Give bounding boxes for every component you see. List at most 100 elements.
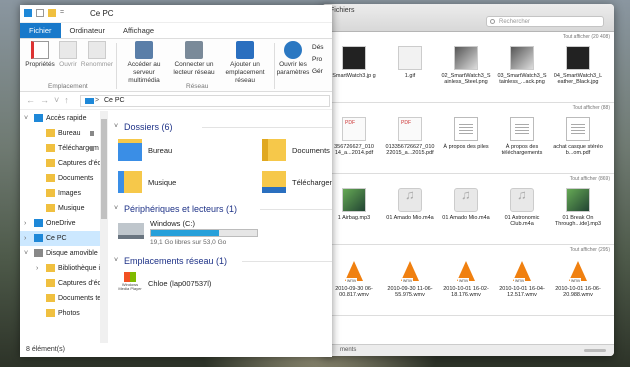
nav-item[interactable]: Documents bbox=[20, 171, 108, 186]
open-settings-label: Ouvrir les paramètres bbox=[276, 61, 310, 76]
pin-icon[interactable] bbox=[90, 131, 94, 136]
window-title: Ce PC bbox=[90, 9, 114, 18]
open-settings-button[interactable]: Ouvrir les paramètres bbox=[276, 41, 310, 77]
nav-scrollbar[interactable] bbox=[100, 111, 108, 343]
nav-item-label: Documents te bbox=[58, 295, 102, 302]
nav-item[interactable]: Captures d'éc bbox=[20, 156, 108, 171]
gear-icon bbox=[284, 41, 302, 59]
documents-folder-icon bbox=[262, 139, 286, 161]
show-all-link[interactable]: Tout afficher (869) bbox=[326, 174, 610, 184]
rename-button[interactable]: Renommer bbox=[80, 41, 114, 69]
file-item[interactable]: 2010-09-30 06-00.817.wmv bbox=[326, 255, 382, 315]
properties-button[interactable]: Propriétés bbox=[24, 41, 56, 69]
file-thumbnail bbox=[398, 259, 422, 284]
file-item[interactable]: 03_SmartWatch3_S tainless_...ack.png bbox=[494, 42, 550, 102]
drive-c[interactable]: Windows (C:) 19,1 Go libres sur 53,0 Go bbox=[118, 219, 328, 249]
chevron-right-icon[interactable]: › bbox=[36, 261, 38, 276]
folder-label: Bureau bbox=[148, 146, 173, 155]
file-item[interactable]: 1.gif bbox=[382, 42, 438, 102]
group-title: Périphériques et lecteurs (1) bbox=[124, 204, 238, 214]
chevron-right-icon[interactable]: › bbox=[24, 231, 26, 246]
nav-item[interactable]: ˅ Disque amovible bbox=[20, 246, 108, 261]
group-title: Emplacements réseau (1) bbox=[124, 256, 228, 266]
file-thumbnail bbox=[454, 259, 478, 284]
nav-item[interactable]: Documents te bbox=[20, 291, 108, 306]
file-item[interactable]: 013356726627_010 22015_a...2015.pdf bbox=[382, 113, 438, 173]
nav-item[interactable]: Images bbox=[20, 186, 108, 201]
file-item[interactable]: 01 Amado Mio.m4a bbox=[382, 184, 438, 244]
customize-toolbar-icon[interactable]: = bbox=[60, 9, 68, 17]
network-item-chloe[interactable]: Windows Media Player Chloe (lap007537l) bbox=[118, 271, 298, 297]
network-location-icon bbox=[236, 41, 254, 59]
file-name: 013356726627_010 22015_a...2015.pdf bbox=[385, 144, 435, 156]
file-item[interactable]: 01 Amado Mio.m4a bbox=[438, 184, 494, 244]
file-item[interactable]: À propos des téléchargements bbox=[494, 113, 550, 173]
file-name: 01 Astronomic Club.m4a bbox=[504, 215, 540, 227]
file-item[interactable]: 356726627_010 14_a...2014.pdf bbox=[326, 113, 382, 173]
nav-item[interactable]: › Bibliothèque i bbox=[20, 261, 108, 276]
folder-icon bbox=[34, 219, 43, 227]
chevron-down-icon[interactable]: ˅ bbox=[24, 246, 28, 261]
add-location-label: Ajouter un emplacement réseau bbox=[225, 61, 265, 84]
mac-search-placeholder: Rechercher bbox=[499, 19, 531, 25]
file-item[interactable]: 2010-09-30 11-06-55.975.wmv bbox=[382, 255, 438, 315]
show-all-link[interactable]: Tout afficher (295) bbox=[326, 245, 610, 255]
folder-icon bbox=[46, 204, 55, 212]
nav-item[interactable]: › Ce PC bbox=[20, 231, 108, 246]
group-header-folders[interactable]: ˅ Dossiers (6) bbox=[112, 119, 332, 135]
chevron-right-icon[interactable]: › bbox=[24, 216, 26, 231]
chevron-down-icon[interactable]: ˅ bbox=[24, 111, 28, 126]
properties-icon[interactable] bbox=[36, 9, 44, 17]
scrollbar-thumb[interactable] bbox=[101, 119, 107, 219]
tab-ordinateur[interactable]: Ordinateur bbox=[61, 23, 114, 38]
file-thumbnail bbox=[510, 117, 534, 141]
system-properties-button[interactable]: Pro bbox=[312, 54, 324, 66]
file-item[interactable]: 1 Airbag.mp3 bbox=[326, 184, 382, 244]
map-drive-button[interactable]: Connecter un lecteur réseau bbox=[170, 41, 218, 77]
nav-item[interactable]: Musique bbox=[20, 201, 108, 216]
mac-search-input[interactable]: Rechercher bbox=[486, 16, 604, 27]
tab-fichier[interactable]: Fichier bbox=[20, 23, 61, 38]
file-item[interactable]: SmartWatch3.jp g bbox=[326, 42, 382, 102]
mac-files-window: Fichiers Rechercher Tout afficher (20 40… bbox=[322, 4, 614, 356]
nav-item[interactable]: ˅ Accès rapide bbox=[20, 111, 108, 126]
nav-item[interactable]: Bureau bbox=[20, 126, 108, 141]
pin-icon[interactable] bbox=[90, 146, 94, 151]
new-folder-icon[interactable] bbox=[48, 9, 56, 17]
pc-icon bbox=[85, 98, 94, 104]
show-all-link[interactable]: Tout afficher (88) bbox=[326, 103, 610, 113]
address-bar[interactable]: > Ce PC bbox=[80, 95, 330, 107]
downloads-folder-icon bbox=[262, 171, 286, 193]
group-header-network[interactable]: ˅ Emplacements réseau (1) bbox=[112, 253, 332, 269]
zoom-slider[interactable] bbox=[584, 349, 606, 352]
nav-item[interactable]: Photos bbox=[20, 306, 108, 321]
nav-item[interactable]: Téléchargem bbox=[20, 141, 108, 156]
navigation-arrows[interactable]: ←→˅↑ bbox=[26, 95, 74, 105]
file-item[interactable]: 01 Break On Through...ide].mp3 bbox=[550, 184, 606, 244]
file-name: 2010-09-30 06-00.817.wmv bbox=[335, 286, 373, 298]
file-item[interactable]: 2010-10-01 16-06-20.988.wmv bbox=[550, 255, 606, 315]
show-all-link[interactable]: Tout afficher (20 408) bbox=[326, 32, 610, 42]
group-header-devices[interactable]: ˅ Périphériques et lecteurs (1) bbox=[112, 201, 332, 217]
file-item[interactable]: achat casque stéréo b...om.pdf bbox=[550, 113, 606, 173]
media-server-button[interactable]: Accéder au serveur multimédia bbox=[118, 41, 170, 85]
file-item[interactable]: 04_SmartWatch3_L eather_Black.jpg bbox=[550, 42, 606, 102]
file-row: 2010-09-30 06-00.817.wmv 2010-09-30 11-06… bbox=[326, 255, 610, 315]
nav-item[interactable]: › OneDrive bbox=[20, 216, 108, 231]
file-item[interactable]: 01 Astronomic Club.m4a bbox=[494, 184, 550, 244]
nav-item[interactable]: Captures d'éc bbox=[20, 276, 108, 291]
tab-affichage[interactable]: Affichage bbox=[114, 23, 163, 38]
folder-label: Documents bbox=[292, 146, 330, 155]
folder-icon bbox=[46, 189, 55, 197]
file-item[interactable]: 2010-10-01 16-02-18.176.wmv bbox=[438, 255, 494, 315]
file-thumbnail bbox=[398, 117, 422, 141]
network-drive-icon bbox=[185, 41, 203, 59]
result-section: Tout afficher (20 408) SmartWatch3.jp g 1.… bbox=[322, 32, 614, 103]
manage-button[interactable]: Gér bbox=[312, 66, 324, 78]
file-item[interactable]: À propos des piles bbox=[438, 113, 494, 173]
add-location-button[interactable]: Ajouter un emplacement réseau bbox=[218, 41, 272, 85]
file-item[interactable]: 2010-10-01 16-04-12.517.wmv bbox=[494, 255, 550, 315]
open-button[interactable]: Ouvrir bbox=[56, 41, 80, 69]
file-item[interactable]: 02_SmartWatch3_S ainless_Steel.png bbox=[438, 42, 494, 102]
uninstall-button[interactable]: Dés bbox=[312, 42, 324, 54]
